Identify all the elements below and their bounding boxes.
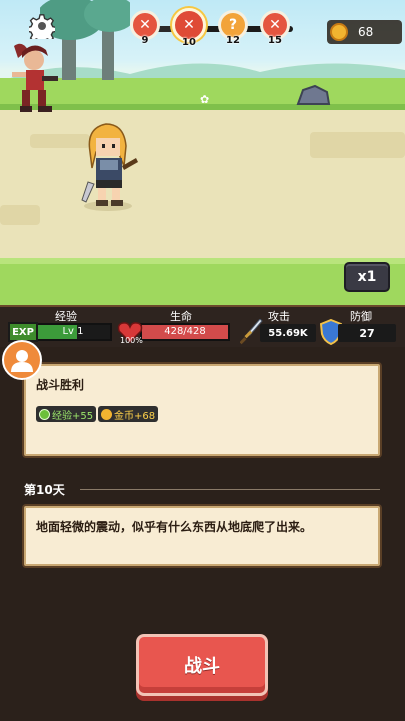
- gold-reward-badge: 金币+68: [98, 406, 159, 422]
- gold-reward-text: 金币+68: [114, 410, 156, 422]
- speed-button[interactable]: x1: [344, 262, 390, 292]
- stage-node[interactable]: ✕ 15: [260, 10, 290, 46]
- attack-value: 55.69K: [260, 324, 316, 342]
- battle-scene: ✿ ✕ 9 ✕ 10 ? 12 ✕ 15 68 x1: [0, 0, 405, 305]
- hp-bar: 428/428: [140, 323, 230, 341]
- event-card: 地面轻微的震动，似乎有什么东西从地底爬了出来。: [24, 506, 380, 566]
- rock-icon: [296, 84, 331, 105]
- stage-node-current[interactable]: ✕ 10: [172, 8, 206, 48]
- fight-button[interactable]: 战斗: [136, 634, 268, 696]
- exp-badge: EXP: [8, 322, 38, 342]
- settings-button[interactable]: [28, 12, 56, 40]
- coin-value: 68: [358, 25, 374, 39]
- stage-number: 9: [141, 35, 149, 46]
- attack-label: 攻击: [268, 310, 290, 323]
- battle-result-card: 战斗胜利 经验+55 金币+68: [24, 364, 380, 456]
- battle-result-title: 战斗胜利: [36, 378, 85, 392]
- defense-label: 防御: [350, 310, 372, 323]
- stage-number: 12: [226, 35, 240, 46]
- exp-reward-badge: 经验+55: [36, 406, 97, 422]
- stage-node-mystery[interactable]: ? 12: [218, 10, 248, 46]
- level-text: Lv 1: [62, 326, 84, 337]
- stage-progress: ✕ 9 ✕ 10 ? 12 ✕ 15: [128, 8, 300, 48]
- exp-label: 经验: [55, 310, 77, 323]
- stats-bar: 经验 生命 攻击 防御 Lv 1 EXP 428/428 100% 55.69K…: [0, 305, 405, 347]
- question-icon: ?: [228, 17, 238, 33]
- event-text: 地面轻微的震动，似乎有什么东西从地底爬了出来。: [36, 520, 313, 534]
- stage-number: 10: [182, 37, 196, 48]
- exp-reward-text: 经验+55: [52, 410, 94, 422]
- enemy-sprite: [12, 43, 58, 112]
- exp-bar: Lv 1: [34, 323, 112, 341]
- user-icon: [11, 350, 33, 372]
- cross-icon: ✕: [183, 17, 195, 33]
- hero-sprite: [81, 123, 138, 211]
- ground: [0, 110, 405, 258]
- hp-label: 生命: [170, 310, 192, 323]
- coin-counter: 68: [327, 20, 402, 44]
- coin-icon: [330, 23, 348, 41]
- coin-icon: [101, 408, 112, 420]
- gear-icon: [29, 14, 55, 39]
- hp-percent: 100%: [120, 336, 143, 345]
- exp-icon: [39, 408, 50, 420]
- divider: [80, 489, 380, 490]
- cross-icon: ✕: [139, 17, 151, 33]
- stage-number: 15: [268, 35, 282, 46]
- defense-value: 27: [338, 324, 396, 342]
- stage-node[interactable]: ✕ 9: [130, 10, 160, 46]
- cross-icon: ✕: [269, 17, 281, 33]
- flower-icon: ✿: [200, 93, 210, 106]
- hp-value: 428/428: [164, 326, 206, 337]
- avatar[interactable]: [2, 340, 42, 380]
- day-header: 第10天: [24, 483, 65, 497]
